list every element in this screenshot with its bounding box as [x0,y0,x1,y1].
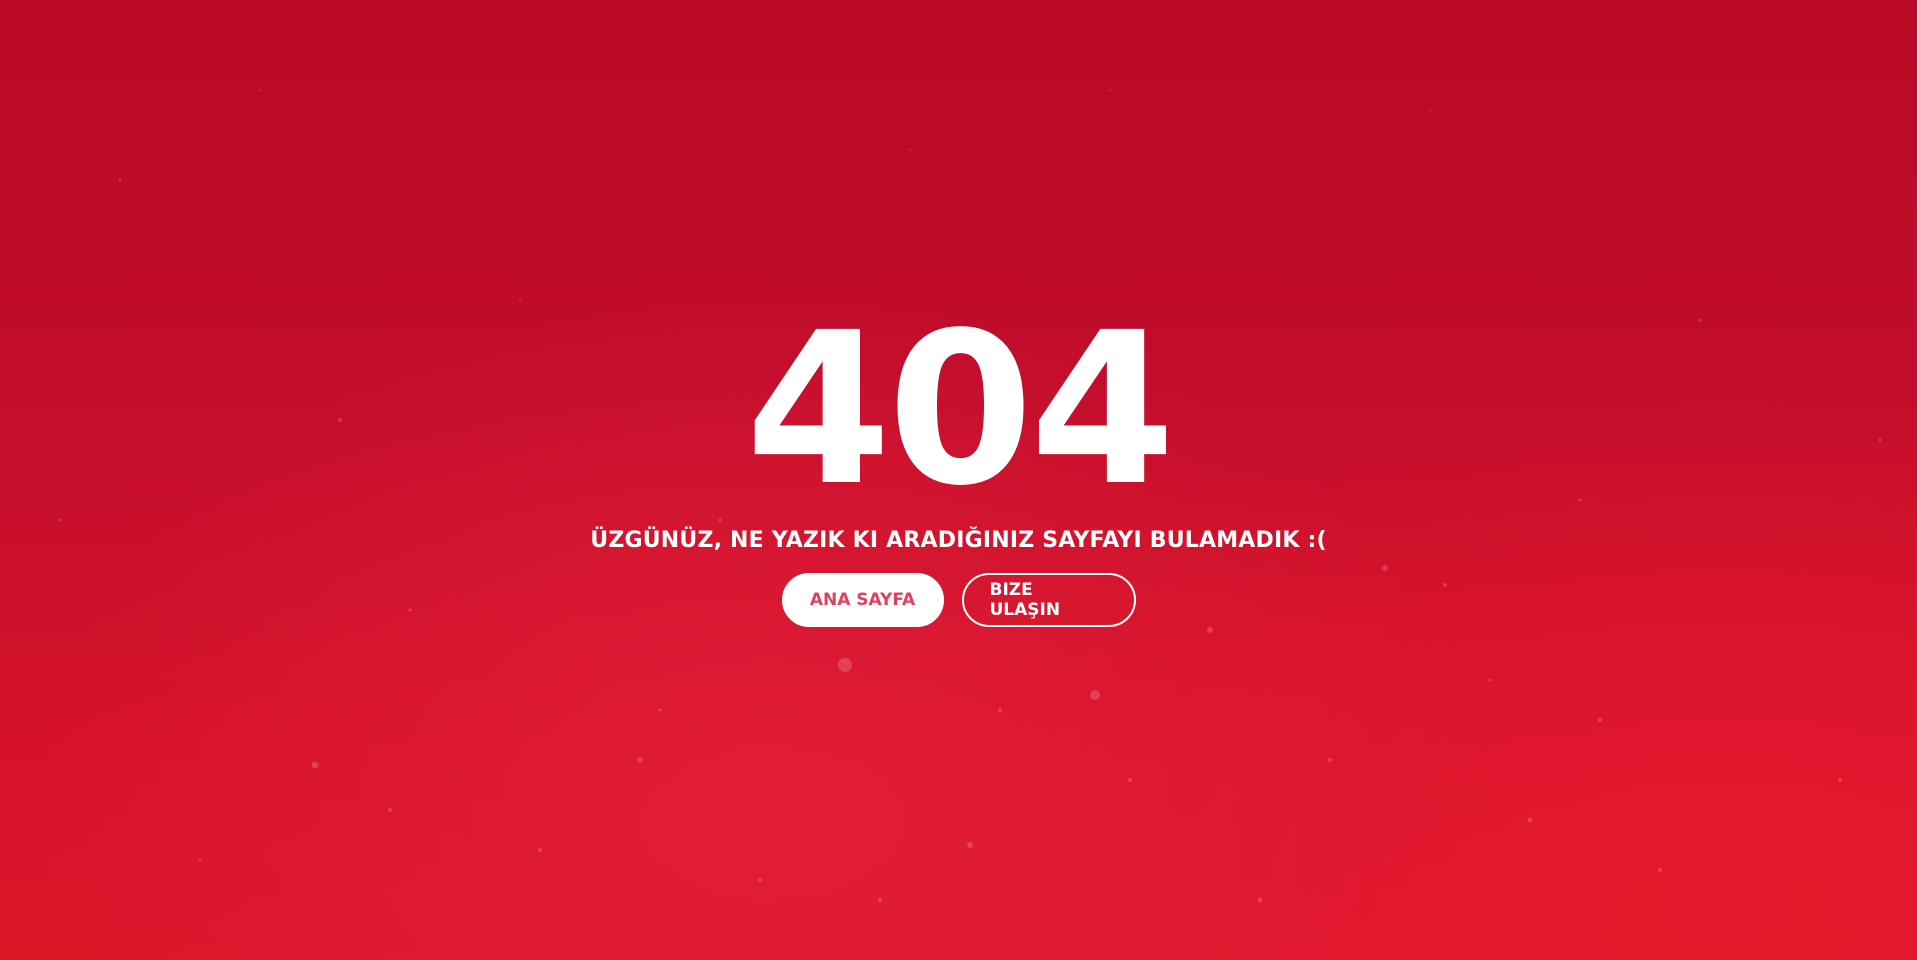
contact-button[interactable]: BIZE ULAŞIN [961,573,1136,627]
error-code: 404 [745,287,1175,532]
action-buttons: ANA SAYFA BIZE ULAŞIN [781,573,1136,627]
error-panel: 404 ÜZGÜNÜZ, NE YAZIK KI ARADIĞINIZ SAYF… [0,287,1917,627]
home-button[interactable]: ANA SAYFA [781,573,944,627]
error-message: ÜZGÜNÜZ, NE YAZIK KI ARADIĞINIZ SAYFAYI … [590,528,1327,553]
